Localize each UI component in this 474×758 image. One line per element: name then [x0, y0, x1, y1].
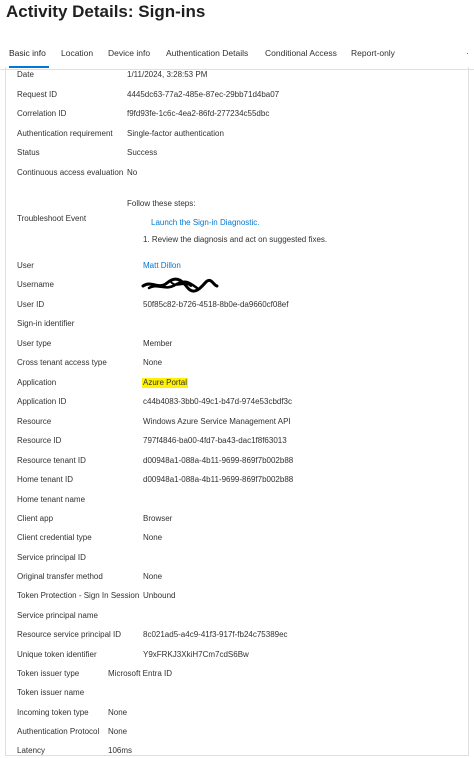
troubleshoot-intro: Follow these steps:	[127, 199, 196, 208]
value-client-credential-type: None	[143, 533, 163, 542]
value-home-tenant-id: d00948a1-088a-4b11-9699-869f7b002b88	[143, 475, 294, 484]
tab-authentication-details[interactable]: Authentication Details	[166, 48, 248, 58]
label-user-type: User type	[17, 339, 52, 348]
label-client-credential-type: Client credential type	[17, 533, 92, 542]
label-incoming-token-type: Incoming token type	[17, 708, 89, 717]
label-cross-tenant: Cross tenant access type	[17, 358, 107, 367]
value-resource-tenant-id: d00948a1-088a-4b11-9699-869f7b002b88	[143, 456, 294, 465]
tab-conditional-access[interactable]: Conditional Access	[265, 48, 337, 58]
label-user-id: User ID	[17, 300, 45, 309]
value-status: Success	[127, 148, 158, 157]
value-date: 1/11/2024, 3:28:53 PM	[127, 70, 208, 79]
troubleshoot-step: 1. Review the diagnosis and act on sugge…	[143, 235, 328, 244]
label-status: Status	[17, 148, 40, 157]
label-resource-sp-id: Resource service principal ID	[17, 630, 122, 639]
tab-bar: Basic info Location Device info Authenti…	[0, 40, 474, 70]
value-unique-token-id: Y9xFRKJ3XkiH7Cm7cdS6Bw	[143, 650, 249, 659]
label-token-issuer-type: Token issuer type	[17, 669, 80, 678]
label-service-principal-id: Service principal ID	[17, 553, 86, 562]
tab-device-info[interactable]: Device info	[108, 48, 150, 58]
value-token-protection: Unbound	[143, 591, 176, 600]
value-latency: 106ms	[108, 746, 133, 755]
value-original-transfer: None	[143, 572, 163, 581]
value-user-link[interactable]: Matt Dillon	[143, 261, 181, 271]
label-client-app: Client app	[17, 514, 54, 523]
value-user-id: 50f85c82-b726-4518-8b0e-da9660cf08ef	[143, 300, 289, 309]
details-panel: Date 1/11/2024, 3:28:53 PM Request ID 44…	[5, 67, 469, 756]
label-request-id: Request ID	[17, 90, 58, 99]
label-troubleshoot-event: Troubleshoot Event	[17, 214, 87, 223]
value-client-app: Browser	[143, 514, 173, 523]
label-signin-identifier: Sign-in identifier	[17, 319, 75, 328]
label-resource-id: Resource ID	[17, 436, 62, 445]
label-user: User	[17, 261, 34, 270]
label-correlation-id: Correlation ID	[17, 109, 67, 118]
label-auth-requirement: Authentication requirement	[17, 129, 113, 138]
value-token-issuer-type: Microsoft Entra ID	[108, 669, 173, 678]
label-resource: Resource	[17, 417, 52, 426]
label-unique-token-id: Unique token identifier	[17, 650, 97, 659]
redaction-scribble	[141, 277, 219, 293]
label-auth-protocol: Authentication Protocol	[17, 727, 100, 736]
tab-location[interactable]: Location	[61, 48, 93, 58]
value-cross-tenant: None	[143, 358, 163, 367]
label-resource-tenant-id: Resource tenant ID	[17, 456, 86, 465]
value-application: Azure Portal	[142, 378, 189, 388]
label-application-id: Application ID	[17, 397, 67, 406]
value-request-id: 4445dc63-77a2-485e-87ec-29bb71d4ba07	[127, 90, 280, 99]
value-resource-sp-id: 8c021ad5-a4c9-41f3-917f-fb24c75389ec	[143, 630, 288, 639]
label-home-tenant-name: Home tenant name	[17, 495, 86, 504]
label-application: Application	[17, 378, 57, 387]
value-application-id: c44b4083-3bb0-49c1-b47d-974e53cbdf3c	[143, 397, 293, 406]
value-resource-id: 797f4846-ba00-4fd7-ba43-dac1f8f63013	[143, 436, 287, 445]
label-token-protection: Token Protection - Sign In Session	[17, 591, 140, 600]
label-token-issuer-name: Token issuer name	[17, 688, 85, 697]
tab-report-only[interactable]: Report-only	[351, 48, 395, 58]
page-title: Activity Details: Sign-ins	[6, 2, 206, 21]
value-incoming-token-type: None	[108, 708, 128, 717]
label-service-principal-name: Service principal name	[17, 611, 98, 620]
value-user-type: Member	[143, 339, 173, 348]
value-continuous-access: No	[127, 168, 138, 177]
launch-signin-diagnostic-link[interactable]: Launch the Sign-in Diagnostic.	[151, 218, 260, 228]
value-correlation-id: f9fd93fe-1c6c-4ea2-86fd-277234c55dbc	[127, 109, 270, 118]
label-date: Date	[17, 70, 34, 79]
label-username: Username	[17, 280, 54, 289]
value-auth-protocol: None	[108, 727, 128, 736]
label-latency: Latency	[17, 746, 46, 755]
label-original-transfer: Original transfer method	[17, 572, 103, 581]
value-auth-requirement: Single-factor authentication	[127, 129, 224, 138]
tab-basic-info[interactable]: Basic info	[9, 48, 46, 58]
label-home-tenant-id: Home tenant ID	[17, 475, 74, 484]
value-resource: Windows Azure Service Management API	[143, 417, 291, 426]
more-icon[interactable]: ·	[466, 48, 469, 58]
label-continuous-access: Continuous access evaluation	[17, 168, 124, 177]
